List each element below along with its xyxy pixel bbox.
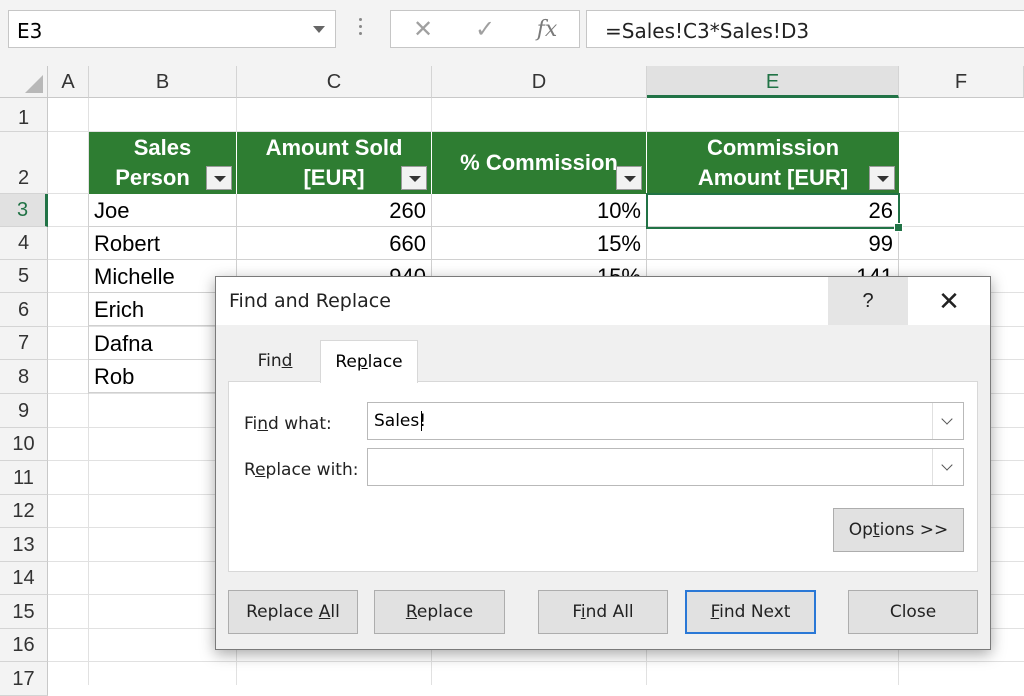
select-all-button[interactable] — [0, 66, 48, 98]
enter-icon[interactable]: ✓ — [465, 15, 505, 45]
find-all-button[interactable]: Find All — [538, 590, 668, 634]
find-replace-dialog: Find and Replace ? ✕ Find Replace Find w… — [215, 276, 991, 650]
close-button[interactable]: Close — [848, 590, 978, 634]
replace-with-input[interactable] — [367, 448, 964, 486]
row-header-9[interactable]: 9 — [0, 394, 48, 428]
row-header-7[interactable]: 7 — [0, 327, 48, 360]
find-next-button[interactable]: Find Next — [685, 590, 816, 634]
select-all-icon — [25, 75, 43, 93]
cell-d3[interactable]: 10% — [432, 194, 647, 227]
cell-c4[interactable]: 660 — [237, 227, 432, 260]
replace-with-label: Replace with: — [244, 460, 359, 480]
cancel-icon[interactable]: ✕ — [403, 15, 443, 45]
active-cell-selection — [646, 193, 900, 229]
row-header-2[interactable]: 2 — [0, 132, 48, 194]
dialog-title: Find and Replace — [229, 290, 391, 312]
row-header-8[interactable]: 8 — [0, 360, 48, 394]
insert-function-icon[interactable]: fx — [527, 15, 567, 45]
cell-e4[interactable]: 99 — [647, 227, 899, 260]
column-header-a[interactable]: A — [48, 66, 89, 98]
replace-all-button[interactable]: Replace All — [228, 590, 358, 634]
row-header-10[interactable]: 10 — [0, 428, 48, 461]
cell-b4[interactable]: Robert — [89, 227, 237, 260]
row-header-14[interactable]: 14 — [0, 562, 48, 595]
close-icon[interactable]: ✕ — [908, 277, 990, 325]
options-button[interactable]: Options >> — [833, 508, 964, 552]
row-header-3[interactable]: 3 — [0, 194, 48, 227]
find-what-label: Find what: — [244, 414, 332, 434]
table-header-commission-percent: % Commission — [432, 132, 647, 194]
row-header-13[interactable]: 13 — [0, 528, 48, 562]
find-what-input[interactable]: Sales! — [367, 402, 964, 440]
column-header-b[interactable]: B — [89, 66, 237, 98]
column-header-e[interactable]: E — [647, 66, 899, 98]
column-header-d[interactable]: D — [432, 66, 647, 98]
table-header-commission-amount: Commission Amount [EUR] — [647, 132, 899, 194]
filter-dropdown-icon[interactable] — [616, 166, 642, 190]
find-what-value: Sales! — [374, 411, 427, 431]
fill-handle[interactable] — [894, 223, 903, 232]
table-header-sales-person: Sales Person — [89, 132, 237, 194]
row-header-15[interactable]: 15 — [0, 595, 48, 629]
filter-dropdown-icon[interactable] — [206, 166, 232, 190]
dialog-titlebar[interactable]: Find and Replace ? ✕ — [216, 277, 990, 325]
row-header-5[interactable]: 5 — [0, 260, 48, 293]
replace-button[interactable]: Replace — [374, 590, 505, 634]
text-cursor — [421, 411, 422, 431]
tab-replace[interactable]: Replace — [320, 340, 418, 383]
table-header-amount-sold: Amount Sold [EUR] — [237, 132, 432, 194]
formula-bar-buttons: ✕ ✓ fx — [390, 10, 580, 48]
replace-tab-panel: Find what: Sales! Replace with: Options … — [228, 381, 978, 572]
formula-text: =Sales!C3*Sales!D3 — [605, 19, 810, 43]
filter-dropdown-icon[interactable] — [869, 166, 895, 190]
help-button[interactable]: ? — [828, 277, 908, 325]
row-header-6[interactable]: 6 — [0, 293, 48, 327]
cell-d4[interactable]: 15% — [432, 227, 647, 260]
cell-b3[interactable]: Joe — [89, 194, 237, 227]
formula-bar: E3 ✕ ✓ fx =Sales!C3*Sales!D3 — [0, 0, 1024, 67]
row-header-12[interactable]: 12 — [0, 495, 48, 528]
name-box[interactable]: E3 — [8, 10, 336, 48]
find-what-dropdown-icon[interactable] — [932, 403, 963, 439]
row-header-11[interactable]: 11 — [0, 461, 48, 495]
formula-input[interactable]: =Sales!C3*Sales!D3 — [586, 10, 1024, 48]
column-header-f[interactable]: F — [899, 66, 1024, 98]
column-header-c[interactable]: C — [237, 66, 432, 98]
row-header-16[interactable]: 16 — [0, 629, 48, 662]
name-box-value: E3 — [17, 19, 43, 43]
replace-with-dropdown-icon[interactable] — [932, 449, 963, 485]
row-header-1[interactable]: 1 — [0, 98, 48, 132]
filter-dropdown-icon[interactable] — [401, 166, 427, 190]
row-header-4[interactable]: 4 — [0, 227, 48, 260]
cell-c3[interactable]: 260 — [237, 194, 432, 227]
name-box-dropdown-icon[interactable] — [313, 26, 325, 33]
more-options-icon[interactable] — [359, 18, 363, 39]
tab-find[interactable]: Find — [230, 340, 320, 382]
row-header-17[interactable]: 17 — [0, 662, 48, 696]
